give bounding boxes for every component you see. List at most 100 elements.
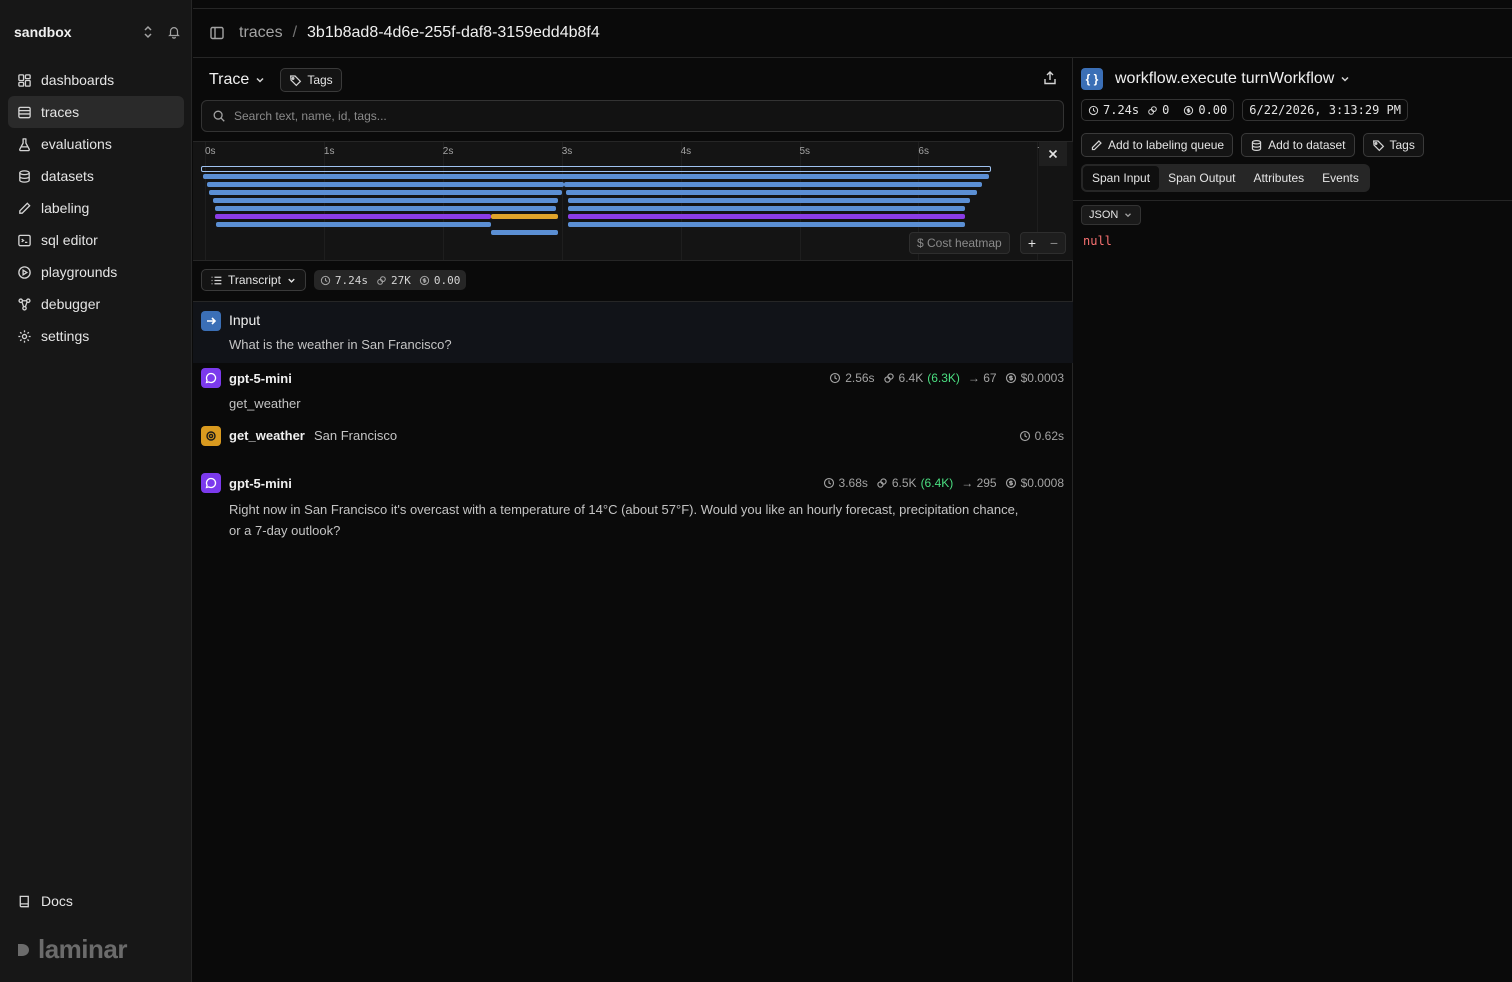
sidebar-item-evaluations[interactable]: evaluations (8, 128, 184, 160)
close-timeline-button[interactable] (1039, 142, 1067, 166)
timeline-span-bar[interactable] (207, 182, 564, 187)
pencil-icon (1091, 139, 1102, 150)
llm-model-name: gpt-5-mini (229, 476, 292, 491)
dashboard-icon (16, 72, 32, 88)
timeline-span-bar[interactable] (201, 166, 991, 172)
clock-icon (320, 275, 331, 285)
breadcrumb-traces[interactable]: traces (239, 24, 283, 42)
timeline-tick: 0s (205, 146, 216, 157)
trace-cost: 0.00 (433, 273, 461, 287)
tags-label: Tags (307, 73, 333, 87)
span-timestamp: 6/22/2026, 3:13:29 PM (1242, 99, 1408, 121)
tab-span-output[interactable]: Span Output (1159, 166, 1244, 190)
add-to-dataset-label: Add to dataset (1268, 138, 1346, 152)
timeline-span-bar[interactable] (491, 230, 558, 235)
sidebar-item-dashboards[interactable]: dashboards (8, 64, 184, 96)
tag-icon (290, 74, 302, 86)
chat-bubble-icon (201, 473, 221, 493)
share-icon[interactable] (1042, 70, 1058, 86)
sidebar-item-traces[interactable]: traces (8, 96, 184, 128)
span-tags-button[interactable]: Tags (1362, 133, 1424, 157)
close-icon (1048, 149, 1058, 159)
trace-view-dropdown[interactable]: Trace (209, 71, 266, 89)
chevron-down-icon (1125, 213, 1132, 218)
timeline-span-bar[interactable] (566, 190, 977, 195)
llm-output-text: Right now in San Francisco it's overcast… (229, 502, 1019, 538)
sidebar-item-label: labeling (41, 200, 90, 216)
span-title-dropdown[interactable]: workflow.execute turnWorkflow (1115, 70, 1351, 88)
zoom-in-button[interactable]: + (1028, 235, 1036, 251)
timeline-span-bar[interactable] (215, 206, 556, 211)
sidebar-item-labeling[interactable]: labeling (8, 192, 184, 224)
tab-events[interactable]: Events (1313, 166, 1368, 190)
timeline-span-bar[interactable] (491, 214, 558, 219)
tool-meta: 0.62s (1019, 429, 1064, 443)
timeline-span-bar[interactable] (215, 214, 491, 219)
list-icon (16, 104, 32, 120)
timeline-span-bar[interactable] (209, 190, 562, 195)
llm-meta: 2.56s 6.4K (6.3K) → 67 $0.0003 (829, 371, 1064, 385)
timeline-span-bar[interactable] (216, 222, 491, 227)
add-to-dataset-button[interactable]: Add to dataset (1241, 133, 1355, 157)
sidebar-item-debugger[interactable]: debugger (8, 288, 184, 320)
span-tokens: 0 (1162, 103, 1170, 117)
transcript-row-llm[interactable]: gpt-5-mini get_weather 2.56s 6.4K (6.3K) … (193, 363, 1073, 415)
timeline-span-bar[interactable] (568, 222, 965, 227)
trace-stats: 7.24s 27K 0.00 (313, 270, 467, 290)
timeline-span-bar[interactable] (568, 214, 965, 219)
tokens-icon (377, 275, 386, 285)
transcript-row-llm[interactable]: gpt-5-mini Right now in San Francisco it… (193, 468, 1073, 548)
trace-search (201, 100, 1064, 132)
llm-output-text: get_weather (229, 396, 301, 411)
tab-attributes[interactable]: Attributes (1244, 166, 1313, 190)
chevron-up-down-icon[interactable] (140, 24, 156, 40)
sidebar-item-docs[interactable]: Docs (8, 885, 184, 917)
gear-icon (16, 328, 32, 344)
workspace-switcher[interactable]: sandbox (14, 22, 182, 42)
trace-tags-button[interactable]: Tags (280, 68, 342, 92)
timeline-span-bar[interactable] (564, 182, 982, 187)
docs-label: Docs (41, 893, 73, 909)
timeline-span-bar[interactable] (203, 174, 989, 179)
timeline-span-bar[interactable] (568, 206, 965, 211)
span-tags-label: Tags (1389, 138, 1415, 152)
timeline-span-bar[interactable] (568, 198, 970, 203)
transcript-mode-dropdown[interactable]: Transcript (201, 269, 306, 291)
trace-header: Trace Tags (209, 68, 342, 92)
sidebar-item-sql-editor[interactable]: sql editor (8, 224, 184, 256)
timeline-tick: 1s (323, 146, 335, 157)
tool-argument: San Francisco (314, 428, 398, 443)
add-to-labeling-queue-label: Add to labeling queue (1108, 138, 1225, 152)
clock-icon (823, 477, 834, 489)
zoom-out-button[interactable]: − (1050, 235, 1058, 251)
timeline-tick: 5s (799, 146, 811, 157)
llm-tokens: 6.4K (898, 371, 924, 385)
search-input[interactable] (234, 109, 1034, 123)
tab-span-input[interactable]: Span Input (1083, 166, 1160, 190)
sidebar-item-label: settings (41, 328, 90, 344)
format-dropdown[interactable]: JSON (1081, 205, 1142, 225)
llm-duration: 3.68s (838, 476, 868, 490)
sidebar-item-playgrounds[interactable]: playgrounds (8, 256, 184, 288)
sidebar-item-label: evaluations (41, 136, 112, 152)
sidebar-toggle-icon[interactable] (209, 25, 225, 41)
cost-heatmap-button[interactable]: $ Cost heatmap (909, 232, 1010, 254)
timeline[interactable]: 0s1s2s3s4s5s6s7 $ Cost heatmap + − (193, 141, 1073, 261)
sidebar-item-label: playgrounds (41, 264, 118, 280)
transcript-row-tool[interactable]: get_weather San Francisco 0.62s (193, 423, 1073, 449)
sidebar-item-settings[interactable]: settings (8, 320, 184, 352)
timeline-tick: 6s (918, 146, 929, 157)
tool-icon (201, 426, 221, 446)
logo-mark-icon (18, 943, 29, 956)
zoom-controls: + − (1020, 232, 1066, 254)
divider (1073, 200, 1512, 201)
sidebar-item-datasets[interactable]: datasets (8, 160, 184, 192)
chevron-down-icon (256, 77, 264, 83)
breadcrumb-separator: / (292, 24, 298, 41)
timeline-span-bar[interactable] (213, 198, 558, 203)
llm-duration: 2.56s (845, 371, 875, 385)
add-to-labeling-queue-button[interactable]: Add to labeling queue (1081, 133, 1234, 157)
docs-section: Docs (8, 885, 184, 917)
bell-icon[interactable] (166, 24, 182, 40)
transcript-row-input[interactable]: Input What is the weather in San Francis… (193, 302, 1073, 363)
